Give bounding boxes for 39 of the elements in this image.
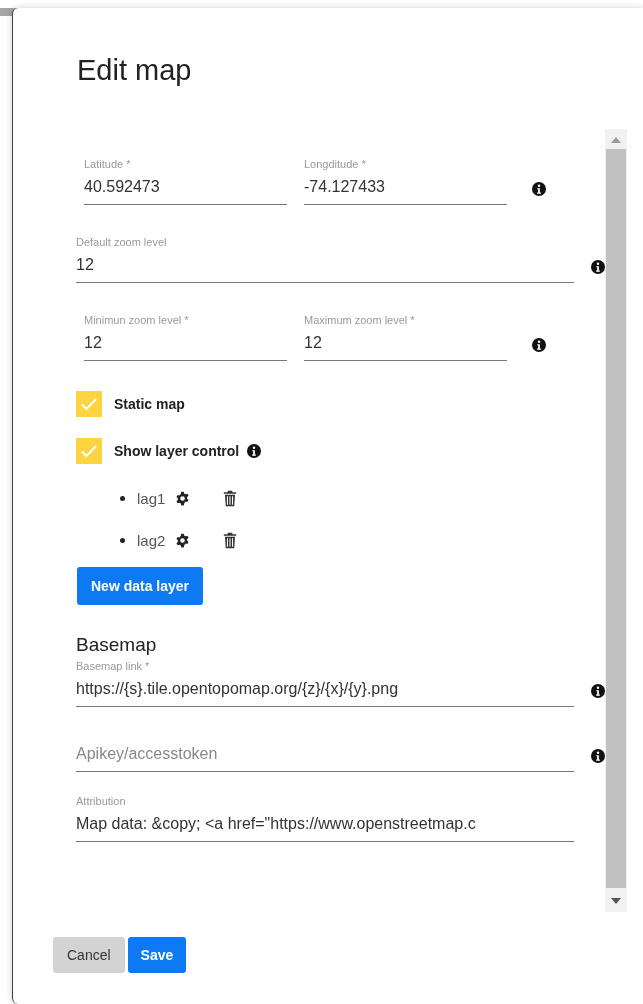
info-icon[interactable]: [591, 684, 605, 698]
section-heading: Basemap: [76, 633, 158, 657]
cancel-button[interactable]: Cancel: [53, 937, 125, 973]
info-icon[interactable]: [532, 182, 546, 196]
trash-icon[interactable]: [223, 489, 237, 507]
field-label: Longditude *: [304, 157, 367, 172]
text-field[interactable]: Apikey/accesstoken: [76, 739, 574, 772]
field-label: Default zoom level: [76, 235, 168, 250]
new-data-layer-button[interactable]: New data layer: [77, 567, 204, 605]
checkbox-label: Static map: [114, 396, 185, 412]
info-icon[interactable]: [591, 749, 605, 763]
text-field[interactable]: Map data: &copy; <a href="https://www.openstreetmap.c: [76, 809, 574, 842]
text-field[interactable]: -74.127433: [304, 172, 507, 205]
save-button[interactable]: Save: [127, 937, 187, 973]
field-label: Attribution: [76, 794, 127, 809]
field-label: Maximum zoom level *: [304, 313, 416, 328]
layer-name: lag2: [137, 531, 167, 549]
text-field[interactable]: https://{s}.tile.opentopomap.org/{z}/{x}/{y}.png: [76, 674, 574, 707]
layer-name: lag1: [137, 489, 167, 507]
text-field[interactable]: 40.592473: [84, 172, 287, 205]
scroll-down-icon[interactable]: [611, 898, 621, 904]
dialog-title: Edit map: [77, 53, 193, 88]
text-field[interactable]: 12: [76, 250, 574, 283]
field-label: Latitude *: [84, 157, 132, 172]
text-field[interactable]: 12: [304, 328, 507, 361]
bullet-icon: [120, 537, 125, 543]
checkbox-label: Show layer control: [114, 443, 240, 459]
info-icon[interactable]: [247, 444, 262, 458]
checkbox[interactable]: [76, 391, 102, 417]
info-icon[interactable]: [532, 338, 546, 352]
bullet-icon: [120, 495, 125, 501]
info-icon[interactable]: [591, 260, 605, 274]
settings-icon[interactable]: [175, 490, 190, 506]
field-label: Basemap link *: [76, 659, 151, 674]
trash-icon[interactable]: [223, 531, 237, 549]
settings-icon[interactable]: [175, 532, 190, 548]
checkbox[interactable]: [76, 438, 102, 464]
text-field[interactable]: 12: [84, 328, 287, 361]
field-label: Minimun zoom level *: [84, 313, 190, 328]
